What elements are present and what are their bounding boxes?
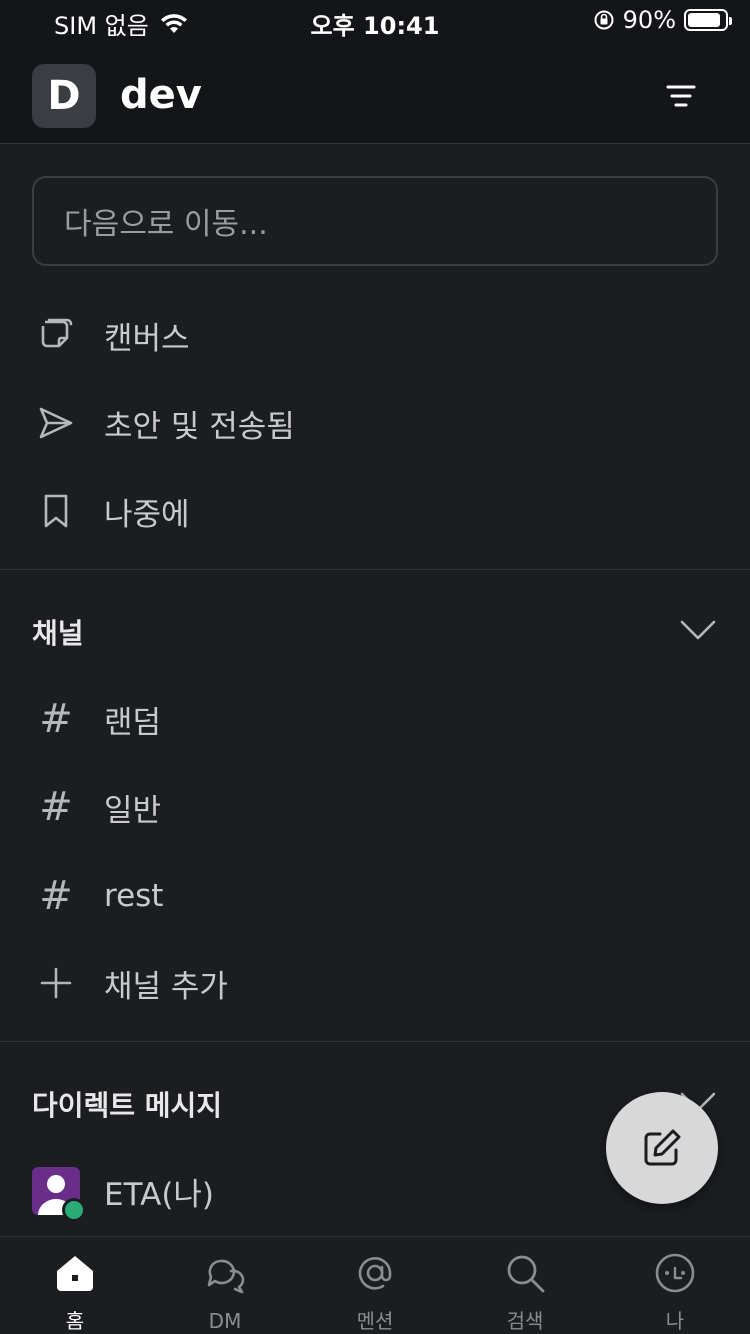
tab-search-label: 검색 xyxy=(506,1309,544,1333)
hash-icon: # xyxy=(39,873,73,919)
later-label: 나중에 xyxy=(104,496,190,533)
battery-fill xyxy=(688,13,721,27)
tab-home-label: 홈 xyxy=(65,1309,85,1333)
add-channel-button[interactable]: 채널 추가 xyxy=(0,948,750,1018)
hash-icon: # xyxy=(39,784,73,830)
send-icon xyxy=(36,403,76,443)
mention-icon xyxy=(351,1251,399,1295)
bottom-tab-bar: 홈 DM 멘션 검색 나 xyxy=(0,1236,750,1334)
dm-label: ETA(나) xyxy=(104,1176,215,1213)
canvas-link[interactable]: 캔버스 xyxy=(0,300,750,370)
home-icon xyxy=(51,1251,99,1295)
drafts-sent-label: 초안 및 전송됨 xyxy=(104,408,295,445)
tab-dm-label: DM xyxy=(208,1309,242,1333)
tab-search[interactable]: 검색 xyxy=(450,1237,600,1334)
search-icon xyxy=(501,1251,549,1295)
compose-icon xyxy=(644,1129,681,1166)
status-right: 90% xyxy=(593,6,732,34)
battery-icon xyxy=(684,9,732,31)
tab-mentions[interactable]: 멘션 xyxy=(300,1237,450,1334)
channel-label: rest xyxy=(104,878,164,914)
channel-label: 일반 xyxy=(104,792,162,829)
workspace-header: D dev xyxy=(0,40,750,144)
plus-icon xyxy=(36,963,76,1003)
hash-icon: # xyxy=(39,696,73,742)
orientation-lock-icon xyxy=(594,10,614,30)
channel-item-rest[interactable]: # rest xyxy=(0,861,750,931)
canvas-icon xyxy=(36,315,76,355)
workspace-name[interactable]: dev xyxy=(120,72,202,118)
channel-label: 랜덤 xyxy=(104,704,162,741)
add-channel-label: 채널 추가 xyxy=(104,968,228,1005)
tab-home[interactable]: 홈 xyxy=(0,1237,150,1334)
bookmark-icon xyxy=(36,491,76,531)
chevron-down-icon[interactable] xyxy=(680,618,716,642)
canvas-label: 캔버스 xyxy=(104,320,190,357)
channels-section-title[interactable]: 채널 xyxy=(32,612,84,652)
channel-item-random[interactable]: # 랜덤 xyxy=(0,684,750,754)
drafts-sent-link[interactable]: 초안 및 전송됨 xyxy=(0,388,750,458)
tab-you[interactable]: 나 xyxy=(600,1237,750,1334)
filter-icon[interactable] xyxy=(666,84,696,108)
tab-dm[interactable]: DM xyxy=(150,1237,300,1334)
tab-you-label: 나 xyxy=(665,1309,685,1333)
jump-to-input[interactable]: 다음으로 이동... xyxy=(32,176,718,266)
dm-icon xyxy=(201,1251,249,1299)
compose-button[interactable] xyxy=(606,1092,718,1204)
tab-mentions-label: 멘션 xyxy=(356,1309,394,1333)
battery-percent: 90% xyxy=(622,6,676,34)
workspace-avatar[interactable]: D xyxy=(32,64,96,128)
channel-item-general[interactable]: # 일반 xyxy=(0,772,750,842)
divider xyxy=(0,1041,750,1042)
jump-to-placeholder: 다음으로 이동... xyxy=(64,207,268,242)
divider xyxy=(0,569,750,570)
presence-away-icon xyxy=(62,1198,86,1222)
profile-icon xyxy=(651,1251,699,1295)
status-bar: SIM 없음 오후 10:41 90% xyxy=(0,0,750,40)
dm-section-title[interactable]: 다이렉트 메시지 xyxy=(32,1084,222,1124)
later-link[interactable]: 나중에 xyxy=(0,476,750,546)
